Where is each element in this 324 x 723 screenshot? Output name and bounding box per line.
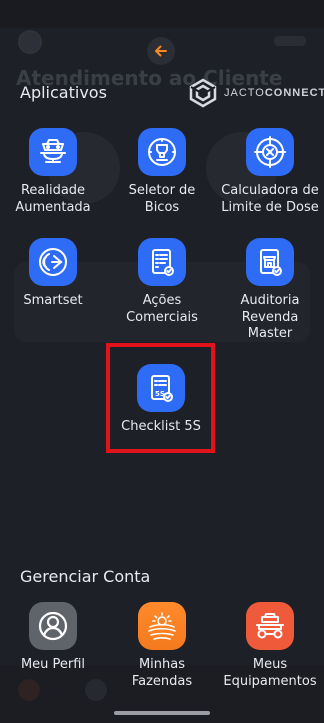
app-label: Realidade Aumentada <box>15 183 91 215</box>
app-minhas-fazendas[interactable]: Minhas Fazendas <box>107 602 217 690</box>
app-label: Auditoria Revenda Master <box>240 293 300 341</box>
app-icon-tile <box>246 128 294 176</box>
app-label: Ações Comerciais <box>126 293 198 325</box>
app-icon-tile <box>29 238 77 286</box>
app-label: Calculadora de Limite de Dose <box>221 183 319 215</box>
app-label: Seletor de Bicos <box>128 183 196 215</box>
background-tab <box>18 679 40 701</box>
checklist-document-icon <box>152 249 174 276</box>
app-icon-tile <box>29 602 77 650</box>
logo-text-bold: CONNECT <box>264 87 324 99</box>
logo-text-light: JACTO <box>224 87 265 99</box>
farm-icon <box>148 612 176 640</box>
app-label: Smartset <box>23 293 83 308</box>
storefront-audit-icon <box>260 249 282 276</box>
background-tab <box>85 679 107 701</box>
background-top-right <box>274 36 306 46</box>
back-button[interactable] <box>147 37 175 65</box>
app-calculadora-limite-dose[interactable]: Calculadora de Limite de Dose <box>215 128 324 216</box>
jacto-logo-icon <box>189 78 217 108</box>
app-meu-perfil[interactable]: Meu Perfil <box>0 602 108 674</box>
smartset-icon <box>39 248 67 276</box>
app-icon-tile <box>29 128 77 176</box>
app-icon-tile <box>138 238 186 286</box>
app-label: Meu Perfil <box>20 657 86 672</box>
app-auditoria-revenda-master[interactable]: Auditoria Revenda Master <box>215 238 324 343</box>
user-profile-icon <box>38 611 68 641</box>
app-acoes-comerciais[interactable]: Ações Comerciais <box>107 238 217 326</box>
app-icon-tile <box>138 602 186 650</box>
nozzle-selector-icon <box>148 138 176 166</box>
ar-sprayer-icon <box>40 139 66 163</box>
jacto-connect-logo: JACTOCONNECT <box>188 78 324 108</box>
arrow-left-icon <box>155 45 167 57</box>
equipment-icon <box>256 613 284 639</box>
apps-section-title: Aplicativos <box>20 83 107 102</box>
crosshair-calculator-icon <box>254 136 286 168</box>
app-seletor-de-bicos[interactable]: Seletor de Bicos <box>107 128 217 216</box>
app-icon-tile <box>246 238 294 286</box>
app-label: Meus Equipamentos <box>223 657 317 689</box>
app-icon-tile <box>246 602 294 650</box>
app-smartset[interactable]: Smartset <box>0 238 108 310</box>
background-avatar <box>18 30 42 54</box>
logo-text: JACTOCONNECT <box>224 87 324 99</box>
highlight-box <box>106 343 215 453</box>
app-meus-equipamentos[interactable]: Meus Equipamentos <box>215 602 324 690</box>
app-label: Minhas Fazendas <box>131 657 193 689</box>
status-bar <box>0 0 324 28</box>
home-indicator[interactable] <box>114 711 210 715</box>
app-realidade-aumentada[interactable]: Realidade Aumentada <box>0 128 108 216</box>
account-section-title: Gerenciar Conta <box>20 567 151 586</box>
app-icon-tile <box>138 128 186 176</box>
